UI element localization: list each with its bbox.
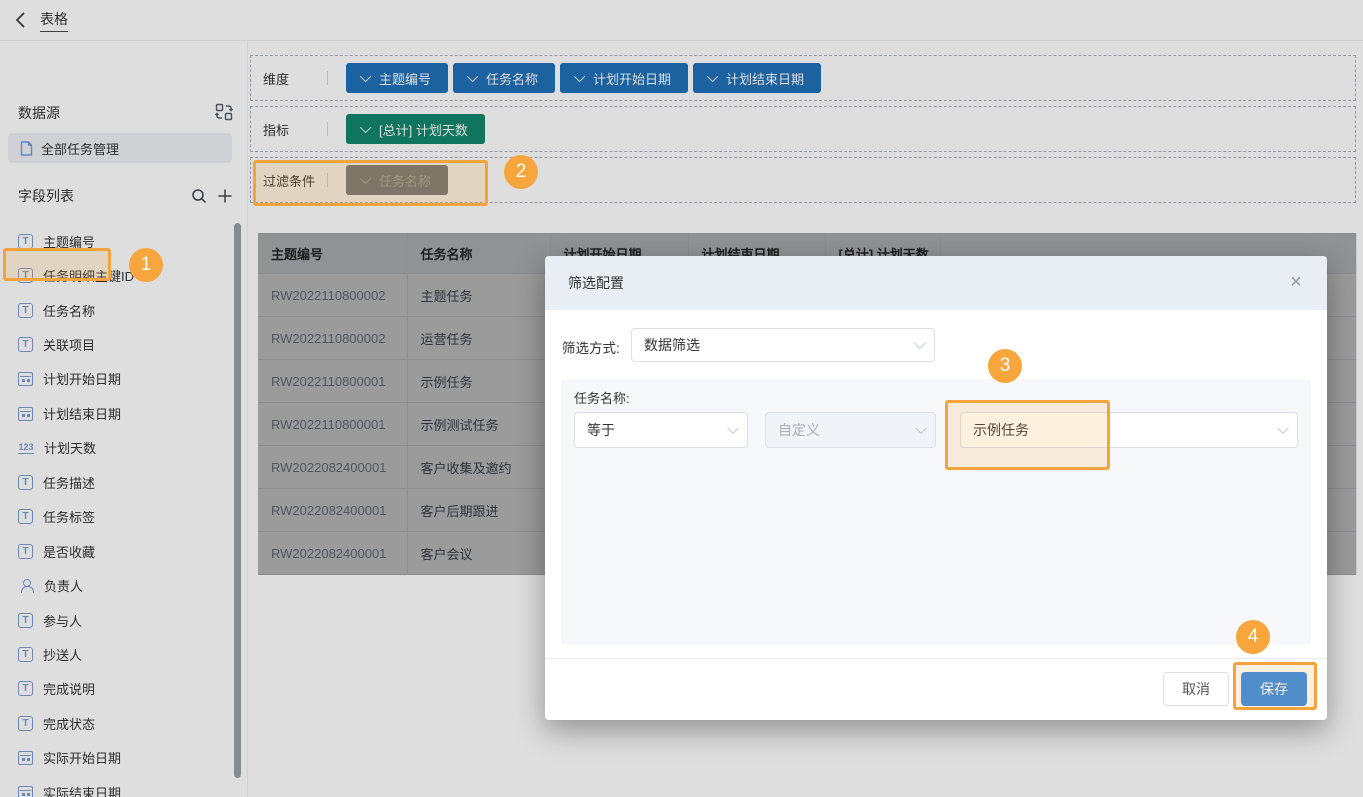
cancel-button[interactable]: 取消 [1163,672,1229,706]
step-badge-3: 3 [988,349,1022,383]
chevron-down-icon [914,338,925,349]
close-icon[interactable] [1287,274,1305,292]
app-screen: 表格 数据源 全部任务管理 字段列表 主 [0,0,1363,797]
filter-mode-value: 数据筛选 [644,335,700,355]
condition-field-label: 任务名称: [574,388,630,407]
value-type-value: 自定义 [778,420,820,440]
filter-condition-panel: 任务名称: 等于 自定义 示例任务 [561,379,1311,645]
chevron-down-icon [915,423,926,434]
step-badge-2: 2 [504,155,538,189]
step-badge-1: 1 [129,248,163,282]
modal-header: 筛选配置 [545,256,1327,310]
footer-divider [545,658,1327,659]
filter-mode-label: 筛选方式: [562,337,620,357]
step-badge-4: 4 [1236,620,1270,654]
filter-mode-select[interactable]: 数据筛选 [631,328,935,362]
filter-config-modal: 筛选配置 筛选方式: 数据筛选 任务名称: 等于 自定义 示例任务 取消 保存 [545,256,1327,720]
operator-select[interactable]: 等于 [574,412,748,448]
chevron-down-icon [1277,423,1288,434]
modal-title: 筛选配置 [568,273,624,293]
filter-value-select[interactable]: 示例任务 [960,412,1298,448]
operator-value: 等于 [587,420,615,440]
chevron-down-icon [727,423,738,434]
save-button[interactable]: 保存 [1241,672,1307,706]
filter-value: 示例任务 [973,420,1029,440]
value-type-select[interactable]: 自定义 [765,412,936,448]
